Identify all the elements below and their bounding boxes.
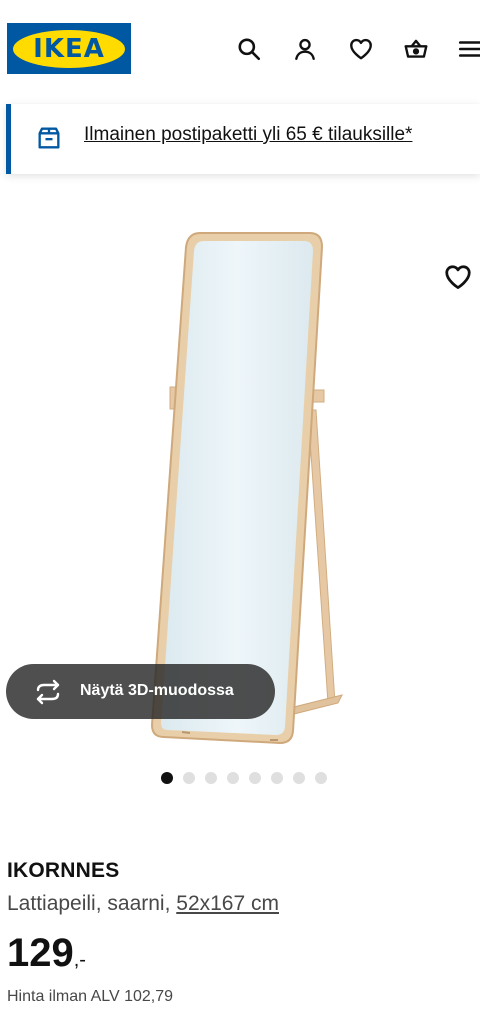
free-delivery-text[interactable]: Ilmainen postipaketti yli 65 € tilauksil… [84, 124, 412, 146]
gallery-dot[interactable] [227, 772, 239, 784]
user-icon[interactable] [290, 34, 320, 64]
gallery-dot[interactable] [205, 772, 217, 784]
view-3d-button[interactable]: Näytä 3D-muodossa [6, 664, 275, 719]
gallery-dot[interactable] [315, 772, 327, 784]
product-price: 129,- [7, 931, 86, 976]
gallery-dot[interactable] [183, 772, 195, 784]
logo-text: IKEA [33, 33, 105, 64]
gallery-dot[interactable] [249, 772, 261, 784]
ikea-logo[interactable]: IKEA [7, 23, 131, 74]
product-description-text: Lattiapeili, saarni, [7, 892, 177, 915]
price-excl-vat: Hinta ilman ALV 102,79 [7, 988, 174, 1005]
delivery-box-icon [38, 127, 60, 149]
gallery-dot[interactable] [271, 772, 283, 784]
price-whole: 129 [7, 931, 74, 975]
favorite-heart-icon[interactable] [442, 262, 474, 292]
gallery-pagination [161, 772, 327, 784]
rotate-3d-icon [36, 679, 60, 705]
menu-icon[interactable] [455, 34, 480, 64]
gallery-dot[interactable] [161, 772, 173, 784]
header: IKEA [0, 0, 480, 100]
product-name: IKORNNES [7, 859, 120, 882]
product-description: Lattiapeili, saarni, 52x167 cm [7, 892, 279, 916]
logo-oval: IKEA [13, 29, 125, 68]
view-3d-label: Näytä 3D-muodossa [80, 682, 234, 699]
product-size-link[interactable]: 52x167 cm [176, 892, 279, 915]
gallery-dot[interactable] [293, 772, 305, 784]
heart-icon[interactable] [346, 34, 376, 64]
search-icon[interactable] [234, 34, 264, 64]
price-suffix: ,- [73, 949, 86, 971]
free-delivery-banner[interactable]: Ilmainen postipaketti yli 65 € tilauksil… [6, 104, 480, 174]
basket-icon[interactable] [401, 34, 431, 64]
